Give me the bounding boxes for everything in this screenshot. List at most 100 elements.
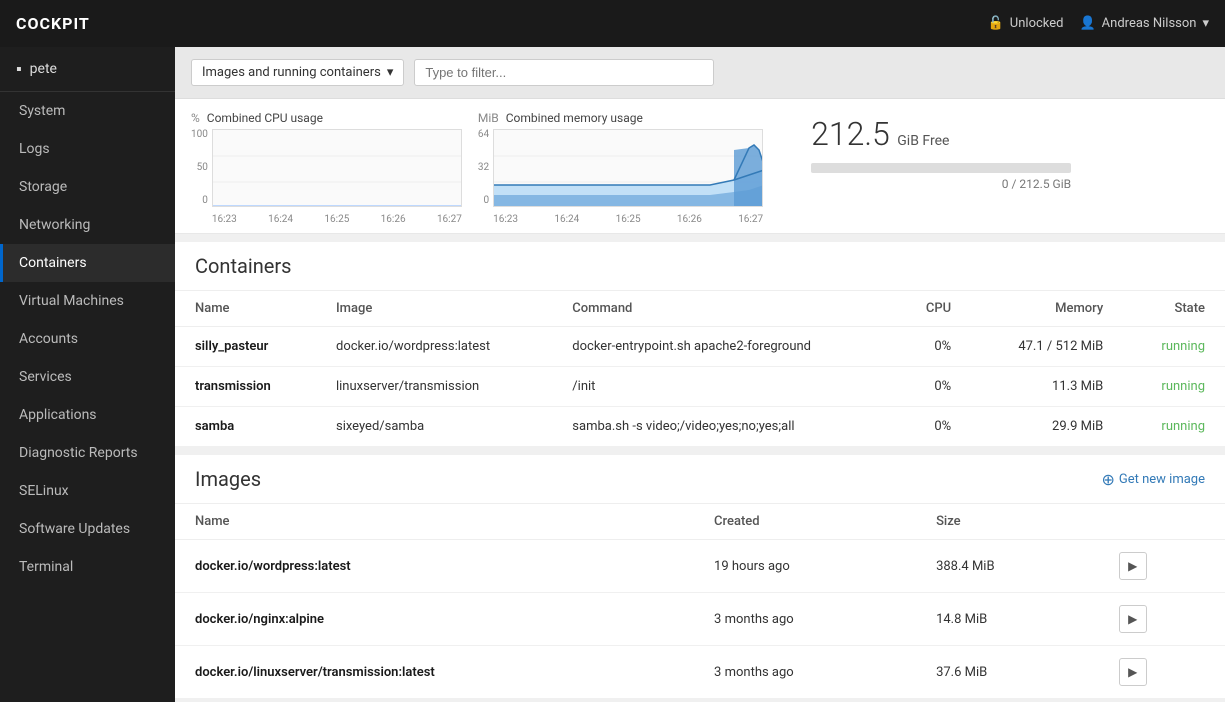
- plus-circle-icon: ⊕: [1101, 470, 1114, 489]
- sidebar-item-system[interactable]: System: [0, 92, 175, 130]
- memory-x-labels: 16:23 16:24 16:25 16:26 16:27: [493, 211, 763, 225]
- sidebar-item-containers[interactable]: Containers: [0, 244, 175, 282]
- img-col-action: [1099, 504, 1225, 540]
- image-created: 3 months ago: [694, 646, 916, 699]
- images-table: Name Created Size docker.io/wordpress:la…: [175, 504, 1225, 699]
- sidebar-item-services[interactable]: Services: [0, 358, 175, 396]
- container-name: silly_pasteur: [175, 327, 316, 367]
- charts-row: % Combined CPU usage 100 50 0: [175, 99, 1225, 234]
- image-name: docker.io/nginx:alpine: [175, 593, 694, 646]
- image-action: ▶: [1099, 646, 1225, 699]
- user-icon: 👤: [1079, 16, 1095, 31]
- memory-chart-header: MiB Combined memory usage: [478, 111, 763, 125]
- images-section-header: Images ⊕ Get new image: [175, 455, 1225, 504]
- memory-x-1: 16:24: [554, 214, 579, 225]
- cpu-x-3: 16:26: [381, 214, 406, 225]
- filter-input[interactable]: [414, 59, 714, 86]
- containers-table-head: Name Image Command CPU Memory State: [175, 291, 1225, 327]
- cpu-y-0: 0: [191, 195, 208, 206]
- table-row: samba sixeyed/samba samba.sh -s video;/v…: [175, 407, 1225, 447]
- storage-bar-label: 0 / 212.5 GiB: [811, 177, 1071, 191]
- cpu-x-2: 16:25: [324, 214, 349, 225]
- container-name: samba: [175, 407, 316, 447]
- col-name: Name: [175, 291, 316, 327]
- cpu-chart-svg: [212, 129, 462, 207]
- sidebar-host: ▪ pete: [0, 47, 175, 92]
- sidebar-item-selinux[interactable]: SELinux: [0, 472, 175, 510]
- cpu-unit: %: [191, 111, 200, 125]
- image-action: ▶: [1099, 540, 1225, 593]
- image-play-button[interactable]: ▶: [1119, 658, 1147, 686]
- container-cpu: 0%: [892, 407, 972, 447]
- user-name: Andreas Nilsson: [1102, 16, 1197, 31]
- image-name: docker.io/wordpress:latest: [175, 540, 694, 593]
- unlocked-label: Unlocked: [1010, 16, 1064, 31]
- cpu-y-50: 50: [191, 162, 208, 173]
- col-command: Command: [552, 291, 891, 327]
- container-cpu: 0%: [892, 367, 972, 407]
- containers-table-body: silly_pasteur docker.io/wordpress:latest…: [175, 327, 1225, 447]
- cpu-chart-block: % Combined CPU usage 100 50 0: [191, 111, 462, 225]
- memory-chart-block: MiB Combined memory usage 64 32 0: [478, 111, 763, 225]
- container-command: docker-entrypoint.sh apache2-foreground: [552, 327, 891, 367]
- filter-dropdown-label: Images and running containers: [202, 65, 381, 80]
- cpu-title: Combined CPU usage: [207, 111, 323, 125]
- table-row: transmission linuxserver/transmission /i…: [175, 367, 1225, 407]
- col-memory: Memory: [971, 291, 1123, 327]
- lock-status[interactable]: 🔓 Unlocked: [988, 16, 1064, 31]
- containers-section: Containers Name Image Command CPU Memory…: [175, 242, 1225, 447]
- sidebar-item-storage[interactable]: Storage: [0, 168, 175, 206]
- image-size: 14.8 MiB: [916, 593, 1099, 646]
- img-col-created: Created: [694, 504, 916, 540]
- user-menu[interactable]: 👤 Andreas Nilsson ▾: [1079, 16, 1209, 31]
- containers-section-header: Containers: [175, 242, 1225, 291]
- memory-x-3: 16:26: [677, 214, 702, 225]
- list-item: docker.io/nginx:alpine 3 months ago 14.8…: [175, 593, 1225, 646]
- memory-y-32: 32: [478, 162, 489, 173]
- image-size: 37.6 MiB: [916, 646, 1099, 699]
- sidebar-item-networking[interactable]: Networking: [0, 206, 175, 244]
- sidebar-item-accounts[interactable]: Accounts: [0, 320, 175, 358]
- image-created: 19 hours ago: [694, 540, 916, 593]
- container-memory: 47.1 / 512 MiB: [971, 327, 1123, 367]
- storage-unit: GiB Free: [897, 133, 949, 149]
- main-content: Images and running containers ▾ % Combin…: [175, 47, 1225, 702]
- filter-dropdown[interactable]: Images and running containers ▾: [191, 59, 404, 86]
- cpu-x-0: 16:23: [212, 214, 237, 225]
- memory-unit: MiB: [478, 111, 499, 125]
- image-play-button[interactable]: ▶: [1119, 605, 1147, 633]
- topbar: COCKPIT 🔓 Unlocked 👤 Andreas Nilsson ▾: [0, 0, 1225, 47]
- container-command: samba.sh -s video;/video;yes;no;yes;all: [552, 407, 891, 447]
- memory-title: Combined memory usage: [506, 111, 643, 125]
- container-memory: 11.3 MiB: [971, 367, 1123, 407]
- images-title: Images: [195, 467, 261, 491]
- memory-chart-svg: [493, 129, 763, 207]
- app-body: ▪ pete System Logs Storage Networking Co…: [0, 47, 1225, 702]
- cpu-x-4: 16:27: [437, 214, 462, 225]
- chevron-down-icon: ▾: [1202, 16, 1209, 31]
- storage-bar: [811, 163, 1071, 173]
- sidebar-item-terminal[interactable]: Terminal: [0, 548, 175, 586]
- sidebar-item-virtual-machines[interactable]: Virtual Machines: [0, 282, 175, 320]
- get-new-image-button[interactable]: ⊕ Get new image: [1101, 470, 1205, 489]
- images-table-body: docker.io/wordpress:latest 19 hours ago …: [175, 540, 1225, 699]
- memory-y-64: 64: [478, 129, 489, 140]
- container-image: sixeyed/samba: [316, 407, 552, 447]
- sidebar-item-applications[interactable]: Applications: [0, 396, 175, 434]
- container-state: running: [1123, 407, 1225, 447]
- container-state: running: [1123, 327, 1225, 367]
- container-command: /init: [552, 367, 891, 407]
- memory-y-labels: 64 32 0: [478, 129, 489, 224]
- image-action: ▶: [1099, 593, 1225, 646]
- image-play-button[interactable]: ▶: [1119, 552, 1147, 580]
- sidebar-item-software-updates[interactable]: Software Updates: [0, 510, 175, 548]
- topbar-right: 🔓 Unlocked 👤 Andreas Nilsson ▾: [988, 16, 1209, 31]
- list-item: docker.io/linuxserver/transmission:lates…: [175, 646, 1225, 699]
- sidebar: ▪ pete System Logs Storage Networking Co…: [0, 47, 175, 702]
- col-state: State: [1123, 291, 1225, 327]
- sidebar-nav: System Logs Storage Networking Container…: [0, 92, 175, 586]
- sidebar-item-logs[interactable]: Logs: [0, 130, 175, 168]
- topbar-left: COCKPIT: [16, 14, 90, 33]
- container-cpu: 0%: [892, 327, 972, 367]
- sidebar-item-diagnostic-reports[interactable]: Diagnostic Reports: [0, 434, 175, 472]
